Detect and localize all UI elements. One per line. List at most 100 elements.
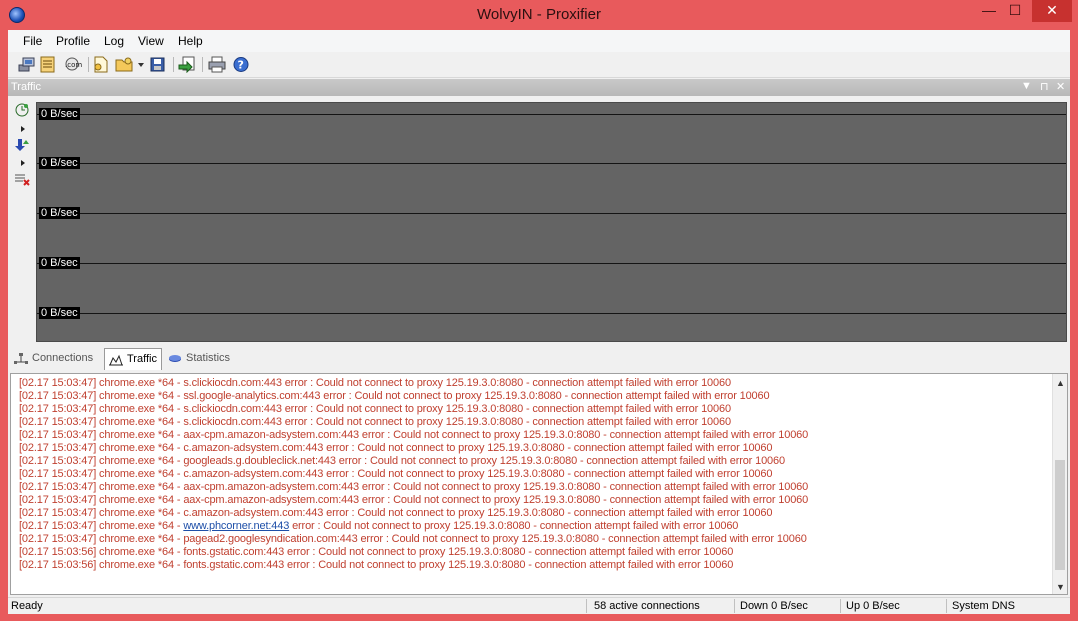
log-host: c.amazon-adsystem.com:443: [183, 468, 324, 480]
log-line: [02.17 15:03:47] chrome.exe *64 - s.clic…: [19, 416, 808, 429]
print-icon[interactable]: [208, 56, 226, 73]
statistics-icon: [168, 352, 182, 364]
toolbar: .com ?: [8, 52, 1070, 78]
new-profile-icon[interactable]: [92, 56, 110, 73]
refresh-speed-icon[interactable]: [14, 103, 30, 117]
log-line: [02.17 15:03:47] chrome.exe *64 - aax-cp…: [19, 429, 808, 442]
log-process: chrome.exe *64 -: [99, 377, 181, 389]
menu-file[interactable]: File: [23, 34, 42, 48]
graph-side-tools: [12, 103, 34, 203]
save-profile-icon[interactable]: [149, 56, 167, 73]
log-line: [02.17 15:03:47] chrome.exe *64 - s.clic…: [19, 403, 808, 416]
chevron-down-icon[interactable]: [138, 63, 144, 67]
log-host: c.amazon-adsystem.com:443: [183, 442, 324, 454]
log-host: fonts.gstatic.com:443: [183, 559, 285, 571]
graph-gridline: [37, 263, 1066, 264]
log-message: error : Could not connect to proxy 125.1…: [361, 494, 809, 506]
close-button[interactable]: ✕: [1032, 0, 1072, 22]
log-timestamp: [02.17 15:03:47]: [19, 403, 97, 415]
log-scrollbar[interactable]: ▲ ▼: [1052, 374, 1067, 594]
scroll-up-icon[interactable]: ▲: [1056, 378, 1065, 388]
log-message: error : Could not connect to proxy 125.1…: [287, 559, 734, 571]
rules-icon[interactable]: .com: [61, 56, 83, 73]
status-connections: 58 active connections: [594, 600, 700, 612]
log-host: s.clickiocdn.com:443: [183, 403, 282, 415]
status-ready: Ready: [11, 600, 43, 612]
log-message: error : Could not connect to proxy 125.1…: [284, 377, 731, 389]
help-icon[interactable]: ?: [232, 56, 250, 73]
log-line: [02.17 15:03:47] chrome.exe *64 - aax-cp…: [19, 481, 808, 494]
menu-log[interactable]: Log: [104, 34, 124, 48]
log-timestamp: [02.17 15:03:47]: [19, 390, 97, 402]
proxy-list-icon[interactable]: [39, 56, 57, 73]
tab-label: Connections: [32, 352, 94, 364]
expand-arrow-icon[interactable]: [21, 160, 25, 166]
log-host: ssl.google-analytics.com:443: [183, 390, 321, 402]
log-timestamp: [02.17 15:03:47]: [19, 533, 97, 545]
tab-connections[interactable]: Connections: [10, 348, 102, 370]
tab-statistics[interactable]: Statistics: [164, 348, 234, 370]
menu-view[interactable]: View: [138, 34, 164, 48]
panel-pin-icon[interactable]: ⊓: [1040, 80, 1049, 93]
status-bar: Ready 58 active connections Down 0 B/sec…: [8, 597, 1070, 614]
log-host: s.clickiocdn.com:443: [183, 377, 282, 389]
graph-label: 0 B/sec: [39, 108, 80, 120]
log-view[interactable]: [02.17 15:03:47] chrome.exe *64 - s.clic…: [10, 373, 1068, 595]
status-download-speed: Down 0 B/sec: [740, 600, 808, 612]
log-timestamp: [02.17 15:03:47]: [19, 481, 97, 493]
log-process: chrome.exe *64 -: [99, 520, 181, 532]
log-message: error : Could not connect to proxy 125.1…: [361, 429, 809, 441]
graph-gridline: [37, 114, 1066, 115]
log-process: chrome.exe *64 -: [99, 533, 181, 545]
log-timestamp: [02.17 15:03:47]: [19, 416, 97, 428]
log-process: chrome.exe *64 -: [99, 416, 181, 428]
log-process: chrome.exe *64 -: [99, 442, 181, 454]
maximize-button[interactable]: ☐: [1004, 0, 1026, 22]
menu-help[interactable]: Help: [178, 34, 203, 48]
log-timestamp: [02.17 15:03:56]: [19, 546, 97, 558]
log-message: error : Could not connect to proxy 125.1…: [292, 520, 739, 532]
log-timestamp: [02.17 15:03:47]: [19, 455, 97, 467]
view-tabs: Connections Traffic Statistics: [8, 346, 1070, 370]
log-host: pagead2.googlesyndication.com:443: [183, 533, 358, 545]
panel-close-icon[interactable]: ✕: [1056, 80, 1065, 93]
log-line: [02.17 15:03:56] chrome.exe *64 - fonts.…: [19, 559, 808, 572]
log-line: [02.17 15:03:47] chrome.exe *64 - ssl.go…: [19, 390, 808, 403]
tab-traffic[interactable]: Traffic: [104, 348, 162, 370]
minimize-button[interactable]: —: [974, 0, 1004, 22]
open-profile-icon[interactable]: [115, 56, 133, 73]
graph-gridline: [37, 163, 1066, 164]
status-dns: System DNS: [952, 600, 1015, 612]
log-host-link[interactable]: www.phcorner.net:443: [183, 520, 289, 532]
menu-profile[interactable]: Profile: [56, 34, 90, 48]
log-line: [02.17 15:03:47] chrome.exe *64 - c.amaz…: [19, 468, 808, 481]
expand-arrow-icon[interactable]: [21, 126, 25, 132]
log-host: c.amazon-adsystem.com:443: [183, 507, 324, 519]
traffic-graph: 0 B/sec 0 B/sec 0 B/sec 0 B/sec 0 B/sec: [36, 102, 1067, 342]
log-line: [02.17 15:03:47] chrome.exe *64 - c.amaz…: [19, 507, 808, 520]
direction-icon[interactable]: [14, 137, 30, 151]
scroll-down-icon[interactable]: ▼: [1056, 582, 1065, 592]
scroll-thumb[interactable]: [1055, 460, 1065, 570]
log-line: [02.17 15:03:47] chrome.exe *64 - c.amaz…: [19, 442, 808, 455]
log-line: [02.17 15:03:47] chrome.exe *64 - aax-cp…: [19, 494, 808, 507]
log-process: chrome.exe *64 -: [99, 403, 181, 415]
clear-graph-icon[interactable]: [14, 172, 30, 186]
panel-title: Traffic: [11, 81, 41, 93]
tab-label: Statistics: [186, 352, 231, 364]
log-host: s.clickiocdn.com:443: [183, 416, 282, 428]
graph-label: 0 B/sec: [39, 307, 80, 319]
log-message: error : Could not connect to proxy 125.1…: [338, 455, 785, 467]
graph-gridline: [37, 313, 1066, 314]
panel-menu-chevron-icon[interactable]: ▼: [1021, 80, 1032, 92]
network-icon[interactable]: [18, 56, 36, 73]
log-message: error : Could not connect to proxy 125.1…: [326, 507, 773, 519]
title-bar[interactable]: WolvyIN - Proxifier — ☐ ✕: [0, 0, 1078, 30]
log-message: error : Could not connect to proxy 125.1…: [326, 442, 773, 454]
log-message: error : Could not connect to proxy 125.1…: [360, 533, 807, 545]
log-message: error : Could not connect to proxy 125.1…: [361, 481, 809, 493]
log-process: chrome.exe *64 -: [99, 507, 181, 519]
log-message: error : Could not connect to proxy 125.1…: [284, 416, 731, 428]
export-icon[interactable]: [178, 56, 196, 74]
log-process: chrome.exe *64 -: [99, 494, 181, 506]
